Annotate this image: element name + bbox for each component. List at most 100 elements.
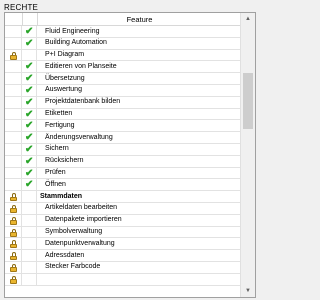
check-cell[interactable] [23,226,37,238]
feature-row[interactable]: ✔ Etiketten [5,108,241,121]
scroll-up-arrow-icon[interactable]: ▲ [241,13,255,25]
lock-cell[interactable] [5,261,22,273]
feature-row[interactable]: ✔ Rücksichern [5,155,241,168]
feature-name: Prüfen [45,169,66,177]
check-cell[interactable] [23,261,37,273]
check-icon: ✔ [25,37,34,49]
feature-row[interactable]: ✔ Fluid Engineering [5,26,241,38]
feature-row[interactable] [5,273,241,286]
feature-row[interactable]: ✔ Projektdatenbank bilden [5,96,241,109]
lock-cell[interactable] [5,143,22,155]
scroll-down-arrow-icon[interactable]: ▼ [241,285,255,297]
scrollbar-thumb[interactable] [243,73,253,129]
feature-row[interactable]: ✔ Änderungsverwaltung [5,132,241,144]
check-icon: ✔ [25,96,34,108]
check-cell[interactable]: ✔ [23,26,37,37]
lock-cell[interactable] [5,273,22,285]
lock-cell[interactable] [5,73,22,84]
lock-icon [10,240,17,249]
feature-name: Sichern [45,145,69,153]
vertical-scrollbar[interactable]: ▲ ▼ [240,13,255,297]
feature-row[interactable]: ✔ Fertigung [5,120,241,133]
lock-cell[interactable] [5,250,22,261]
check-icon: ✔ [25,155,34,167]
check-cell[interactable]: ✔ [23,132,37,143]
feature-row[interactable]: Adressdaten [5,250,241,262]
feature-row[interactable]: Datenpakete importieren [5,214,241,227]
lock-cell[interactable] [5,226,22,238]
check-cell[interactable]: ✔ [23,37,37,49]
check-cell[interactable] [23,191,37,202]
feature-name: Übersetzung [45,74,85,82]
feature-row[interactable]: ✔ Auswertung [5,84,241,97]
lock-cell[interactable] [5,49,22,61]
feature-row[interactable]: ✔ Öffnen [5,179,241,192]
lock-cell[interactable] [5,214,22,226]
check-cell[interactable] [23,238,37,250]
lock-cell[interactable] [5,26,22,37]
check-cell[interactable] [23,250,37,261]
rights-grid[interactable]: Feature ✔ Fluid Engineering ✔ Building Auto… [4,12,256,298]
lock-cell[interactable] [5,84,22,96]
check-icon: ✔ [25,84,34,96]
check-cell[interactable]: ✔ [23,155,37,167]
check-cell[interactable]: ✔ [23,143,37,155]
lock-cell[interactable] [5,132,22,143]
check-icon: ✔ [25,61,34,73]
feature-row[interactable]: ✔ Übersetzung [5,73,241,85]
check-icon: ✔ [25,73,34,85]
lock-cell[interactable] [5,120,22,132]
feature-row[interactable]: ✔ Editieren von Planseite [5,61,241,74]
feature-row[interactable]: ✔ Sichern [5,143,241,156]
grid-rows: ✔ Fluid Engineering ✔ Building Automation P+… [5,26,241,286]
check-icon: ✔ [25,26,34,37]
lock-cell[interactable] [5,37,22,49]
lock-cell[interactable] [5,96,22,108]
feature-row[interactable]: Symbolverwaltung [5,226,241,239]
feature-name: Artikeldaten bearbeiten [45,204,117,212]
check-cell[interactable] [23,273,37,285]
lock-cell[interactable] [5,155,22,167]
feature-row[interactable]: Artikeldaten bearbeiten [5,202,241,215]
check-cell[interactable]: ✔ [23,61,37,72]
header-lock-column[interactable] [5,13,23,25]
check-cell[interactable]: ✔ [23,120,37,131]
check-icon: ✔ [25,120,34,132]
lock-cell[interactable] [5,108,22,120]
check-icon: ✔ [25,143,34,155]
check-cell[interactable]: ✔ [23,84,37,96]
check-cell[interactable]: ✔ [23,108,37,120]
header-check-column[interactable] [23,13,38,25]
lock-cell[interactable] [5,179,22,191]
header-feature-column[interactable]: Feature [38,15,241,24]
lock-cell[interactable] [5,167,22,179]
feature-row[interactable]: Datenpunktverwaltung [5,238,241,251]
feature-row[interactable]: P+I Diagram [5,49,241,62]
check-cell[interactable] [23,214,37,226]
check-icon: ✔ [25,167,34,179]
lock-icon [10,204,17,213]
check-cell[interactable]: ✔ [23,179,37,190]
check-cell[interactable] [23,49,37,61]
check-cell[interactable]: ✔ [23,167,37,179]
check-cell[interactable]: ✔ [23,73,37,84]
lock-icon [10,252,17,261]
feature-name: Fluid Engineering [45,27,100,35]
lock-cell[interactable] [5,61,22,73]
feature-name: Öffnen [45,180,66,188]
feature-name: Adressdaten [45,251,85,259]
feature-name: Editieren von Planseite [45,62,117,70]
feature-name: Projektdatenbank bilden [45,98,121,106]
feature-row[interactable]: ✔ Building Automation [5,37,241,50]
lock-icon [10,263,17,272]
lock-cell[interactable] [5,191,22,202]
feature-name: Rücksichern [45,157,84,165]
feature-row[interactable]: ✔ Prüfen [5,167,241,180]
check-cell[interactable] [23,202,37,214]
lock-cell[interactable] [5,202,22,214]
feature-name: Building Automation [45,39,107,47]
check-cell[interactable]: ✔ [23,96,37,108]
feature-row[interactable]: Stammdaten [5,191,241,203]
lock-cell[interactable] [5,238,22,250]
feature-row[interactable]: Stecker Farbcode [5,261,241,274]
